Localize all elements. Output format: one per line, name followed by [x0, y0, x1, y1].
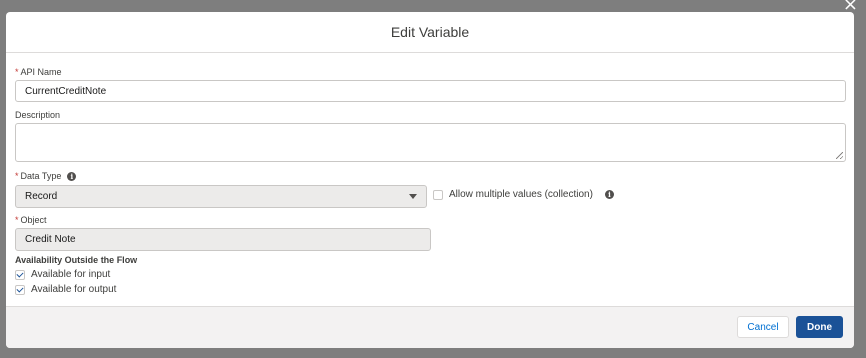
- chevron-down-icon: [409, 194, 417, 199]
- edit-variable-modal: Edit Variable * API Name CurrentCreditNo…: [6, 12, 854, 348]
- available-input-checkbox[interactable]: [15, 269, 25, 280]
- api-name-label-text: API Name: [20, 67, 62, 77]
- description-textarea[interactable]: [15, 123, 846, 162]
- modal-header: Edit Variable: [6, 12, 854, 53]
- required-marker: *: [15, 215, 19, 225]
- allow-multiple-row: Allow multiple values (collection) i: [433, 189, 614, 200]
- description-label: Description: [15, 110, 60, 120]
- availability-heading: Availability Outside the Flow: [15, 255, 138, 265]
- available-input-row: Available for input: [15, 269, 110, 280]
- object-input[interactable]: Credit Note: [15, 228, 431, 251]
- resize-grip-icon[interactable]: [836, 152, 843, 159]
- cancel-button[interactable]: Cancel: [737, 316, 789, 338]
- required-marker: *: [15, 67, 19, 77]
- object-value: Credit Note: [25, 234, 76, 245]
- info-icon[interactable]: i: [67, 171, 77, 181]
- api-name-input[interactable]: CurrentCreditNote: [15, 80, 846, 102]
- available-output-row: Available for output: [15, 284, 116, 295]
- available-output-checkbox[interactable]: [15, 284, 25, 295]
- data-type-value: Record: [25, 191, 58, 202]
- modal-footer: Cancel Done: [6, 306, 854, 348]
- object-label: * Object: [15, 215, 47, 225]
- modal-title: Edit Variable: [390, 24, 470, 40]
- object-label-text: Object: [20, 215, 47, 225]
- description-label-text: Description: [15, 110, 61, 120]
- required-marker: *: [15, 171, 19, 181]
- info-icon[interactable]: i: [604, 190, 614, 199]
- modal-body: * API Name CurrentCreditNote Description…: [6, 53, 854, 307]
- data-type-select[interactable]: Record: [15, 185, 427, 208]
- allow-multiple-label: Allow multiple values (collection): [449, 189, 593, 200]
- done-button[interactable]: Done: [796, 316, 843, 338]
- api-name-label: * API Name: [15, 67, 62, 77]
- available-input-label: Available for input: [31, 269, 111, 280]
- available-output-label: Available for output: [31, 284, 117, 295]
- allow-multiple-checkbox[interactable]: [433, 189, 443, 200]
- api-name-value: CurrentCreditNote: [25, 85, 107, 97]
- data-type-label: * Data Type i: [15, 171, 77, 181]
- data-type-label-text: Data Type: [20, 171, 62, 181]
